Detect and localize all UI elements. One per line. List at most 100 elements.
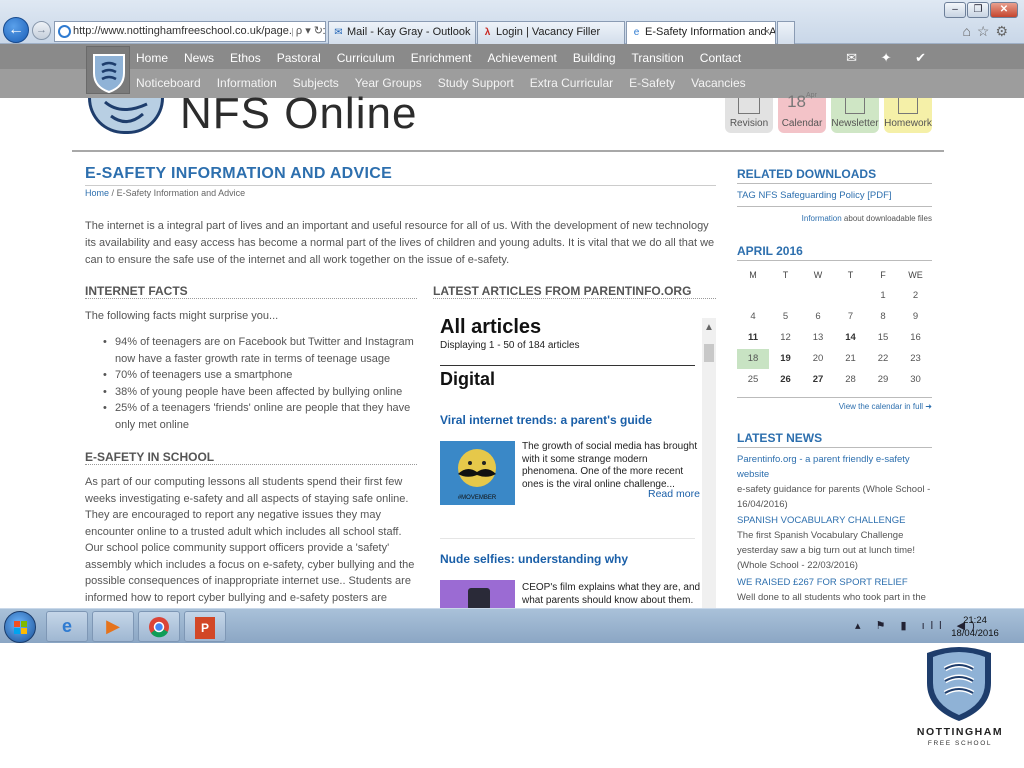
new-tab-button[interactable] [777, 21, 795, 44]
calendar-day[interactable]: 29 [867, 370, 899, 390]
subnav-item-noticeboard[interactable]: Noticeboard [128, 76, 209, 90]
info-text: about downloadable files [843, 214, 932, 223]
nav-item-enrichment[interactable]: Enrichment [403, 51, 480, 65]
article-thumbnail[interactable] [440, 580, 515, 608]
article-summary: The growth of social media has brought w… [522, 441, 698, 490]
clock-time: 21:24 [963, 615, 987, 626]
section-divider [85, 298, 417, 299]
clock[interactable]: 21:24 18/04/2016 [950, 614, 1000, 640]
calendar-day[interactable]: 25 [737, 370, 769, 390]
facts-list: 94% of teenagers are on Facebook but Twi… [103, 334, 417, 433]
list-item: 38% of young people have been affected b… [103, 384, 417, 401]
breadcrumb-home-link[interactable]: Home [85, 188, 109, 198]
scroll-up-icon[interactable]: ▲ [704, 322, 714, 333]
download-link[interactable]: TAG NFS Safeguarding Policy [PDF] [737, 190, 892, 201]
calendar-day[interactable]: 26 [770, 370, 802, 390]
nav-item-building[interactable]: Building [565, 51, 624, 65]
subnav-item-vacancies[interactable]: Vacancies [683, 76, 753, 90]
nav-item-curriculum[interactable]: Curriculum [329, 51, 403, 65]
tile-newsletter[interactable]: Newsletter [831, 98, 879, 133]
calendar-day[interactable]: 18 [737, 349, 769, 369]
nav-item-contact[interactable]: Contact [692, 51, 749, 65]
calendar-day[interactable]: 30 [900, 370, 932, 390]
calendar-day[interactable]: 23 [900, 349, 932, 369]
calendar-day[interactable]: 1 [867, 286, 899, 306]
back-button[interactable]: ← [3, 17, 29, 43]
taskbar-chrome-button[interactable] [138, 611, 180, 642]
calendar-day[interactable]: 15 [867, 328, 899, 348]
calendar-day[interactable]: 4 [737, 307, 769, 327]
minimize-button[interactable]: – [944, 2, 966, 18]
subnav-item-year-groups[interactable]: Year Groups [347, 76, 430, 90]
tab-login[interactable]: λ Login | Vacancy Filler [477, 21, 625, 44]
subnav-item-information[interactable]: Information [209, 76, 285, 90]
calendar-day[interactable]: 7 [835, 307, 867, 327]
subnav-item-extra-curricular[interactable]: Extra Curricular [522, 76, 621, 90]
read-more-link[interactable]: Read more [648, 488, 700, 500]
social-icons[interactable]: ✉ ✦ ✔ [846, 50, 936, 66]
address-tools-icon[interactable]: ρ ▾ ↻ [292, 22, 323, 41]
page-title: E-SAFETY INFORMATION AND ADVICE [85, 165, 393, 182]
subnav-item-study-support[interactable]: Study Support [430, 76, 522, 90]
nav-item-transition[interactable]: Transition [624, 51, 692, 65]
close-tab-icon[interactable]: × [764, 22, 770, 43]
calendar-day[interactable]: 21 [835, 349, 867, 369]
calendar-day[interactable]: 22 [867, 349, 899, 369]
nav-logo[interactable] [86, 46, 130, 94]
header-divider [72, 150, 944, 152]
calendar-day[interactable]: 13 [802, 328, 834, 348]
start-button[interactable] [4, 611, 36, 643]
nav-item-achievement[interactable]: Achievement [479, 51, 564, 65]
calendar-day[interactable]: 11 [737, 328, 769, 348]
sidebar-divider [737, 206, 932, 207]
calendar-day[interactable]: 27 [802, 370, 834, 390]
tile-revision[interactable]: Revision [725, 98, 773, 133]
address-bar[interactable]: http://www.nottinghamfreeschool.co.uk/pa… [54, 21, 326, 42]
browser-toolbar-icons[interactable]: ⌂☆⚙ [962, 23, 1014, 40]
nav-item-home[interactable]: Home [128, 51, 176, 65]
news-item: Parentinfo.org - a parent friendly e-saf… [737, 452, 932, 512]
calendar-day[interactable]: 9 [900, 307, 932, 327]
article-title-link[interactable]: Viral internet trends: a parent's guide [440, 413, 652, 427]
calendar-day[interactable]: 5 [770, 307, 802, 327]
news-title-link[interactable]: SPANISH VOCABULARY CHALLENGE [737, 513, 932, 528]
embed-scrollbar[interactable]: ▲ [702, 318, 716, 608]
tile-label: Calendar [781, 118, 823, 129]
calendar-day[interactable]: 20 [802, 349, 834, 369]
forward-button[interactable]: → [32, 21, 51, 40]
calendar-day[interactable]: 2 [900, 286, 932, 306]
article-thumbnail[interactable]: #MOVEMBER [440, 441, 515, 505]
tile-homework[interactable]: Homework [884, 98, 932, 133]
calendar-day[interactable]: 6 [802, 307, 834, 327]
calendar-day[interactable]: 14 [835, 328, 867, 348]
taskbar: e ▶ P ▴ ⚑ ▮ ıll ◀) 21:24 18/04/2016 [0, 608, 1024, 643]
article-title-link[interactable]: Nude selfies: understanding why [440, 552, 628, 566]
calendar-day-header: W [813, 270, 823, 280]
calendar-day[interactable]: 28 [835, 370, 867, 390]
taskbar-powerpoint-button[interactable]: P [184, 611, 226, 642]
tile-calendar[interactable]: 18Apr Calendar [778, 92, 826, 133]
calendar-day[interactable]: 16 [900, 328, 932, 348]
calendar-day[interactable]: 19 [770, 349, 802, 369]
subnav-item-subjects[interactable]: Subjects [285, 76, 347, 90]
taskbar-ie-button[interactable]: e [46, 611, 88, 642]
tab-esafety[interactable]: e E-Safety Information and A... × [626, 21, 776, 44]
subnav-item-e-safety[interactable]: E-Safety [621, 76, 683, 90]
calendar-full-link[interactable]: View the calendar in full ➜ [737, 402, 932, 411]
tab-mail[interactable]: ✉ Mail - Kay Gray - Outlook [328, 21, 476, 44]
maximize-button[interactable]: ❐ [967, 2, 989, 18]
list-item: 70% of teenagers use a smartphone [103, 367, 417, 384]
nav-item-news[interactable]: News [176, 51, 222, 65]
taskbar-media-button[interactable]: ▶ [92, 611, 134, 642]
close-window-button[interactable]: ✕ [990, 2, 1018, 18]
calendar-day[interactable]: 12 [770, 328, 802, 348]
scrollbar-thumb[interactable] [704, 344, 714, 362]
calendar-day[interactable]: 8 [867, 307, 899, 327]
news-title-link[interactable]: Parentinfo.org - a parent friendly e-saf… [737, 452, 932, 482]
parentinfo-embed[interactable]: All articles Displaying 1 - 50 of 184 ar… [432, 310, 716, 608]
news-title-link[interactable]: WE RAISED £267 FOR SPORT RELIEF [737, 575, 932, 590]
info-link[interactable]: Information [802, 214, 842, 223]
nav-item-pastoral[interactable]: Pastoral [269, 51, 329, 65]
downloads-info: Information about downloadable files [737, 214, 932, 223]
nav-item-ethos[interactable]: Ethos [222, 51, 269, 65]
